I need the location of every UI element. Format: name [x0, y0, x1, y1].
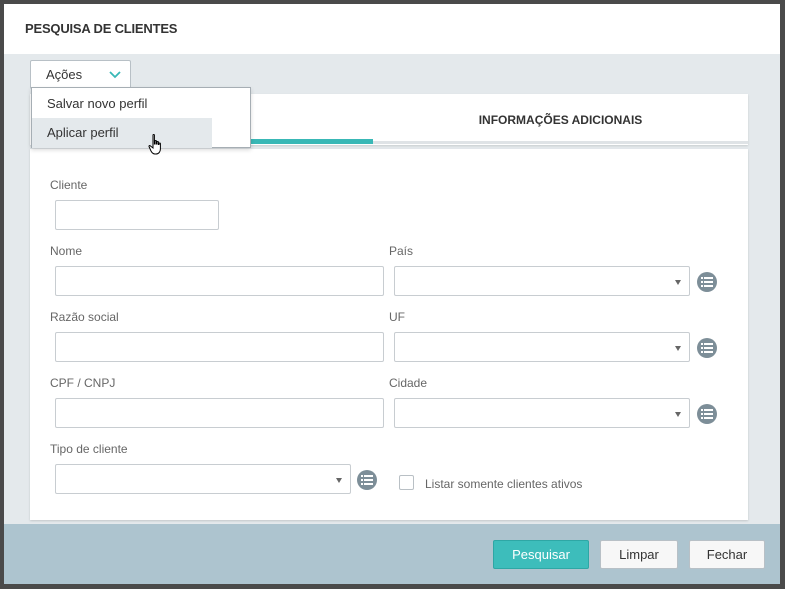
cpf-cnpj-label: CPF / CNPJ [50, 376, 116, 390]
search-button[interactable]: Pesquisar [493, 540, 589, 569]
uf-label: UF [389, 310, 405, 324]
menu-item-aplicar-perfil[interactable]: Aplicar perfil [32, 118, 212, 148]
uf-select[interactable] [394, 332, 690, 362]
dialog-header: PESQUISA DE CLIENTES [4, 4, 780, 54]
actions-label: Ações [46, 67, 83, 82]
caret-down-icon [336, 478, 342, 483]
list-icon[interactable] [697, 404, 717, 424]
ativos-checkbox-label[interactable]: Listar somente clientes ativos [425, 477, 582, 491]
tab-active-indicator [250, 139, 373, 144]
tipo-cliente-label: Tipo de cliente [50, 442, 128, 456]
cliente-label: Cliente [50, 178, 88, 192]
nome-input[interactable] [55, 266, 384, 296]
tab-inactive-underline [373, 141, 748, 144]
list-icon[interactable] [357, 470, 377, 490]
list-icon[interactable] [697, 338, 717, 358]
chevron-down-icon [109, 71, 121, 79]
caret-down-icon [675, 346, 681, 351]
list-icon[interactable] [697, 272, 717, 292]
cliente-input[interactable] [55, 200, 219, 230]
search-dialog: PESQUISA DE CLIENTES Ações INFORMAÇÕES A… [4, 4, 780, 584]
cidade-select[interactable] [394, 398, 690, 428]
tab-informacoes-adicionais[interactable]: INFORMAÇÕES ADICIONAIS [373, 94, 748, 145]
cpf-cnpj-input[interactable] [55, 398, 384, 428]
caret-down-icon [675, 412, 681, 417]
actions-menu: Salvar novo perfil Aplicar perfil [31, 87, 251, 148]
menu-item-salvar-novo-perfil[interactable]: Salvar novo perfil [32, 89, 212, 119]
nome-label: Nome [50, 244, 83, 258]
hand-pointer-icon [148, 134, 161, 155]
pais-select[interactable] [394, 266, 690, 296]
caret-down-icon [675, 280, 681, 285]
razao-social-input[interactable] [55, 332, 384, 362]
razao-social-label: Razão social [50, 310, 119, 324]
dialog-footer: Pesquisar Limpar Fechar [4, 524, 780, 584]
search-form: Cliente Nome País Razão social UF CPF / … [30, 149, 748, 520]
cidade-label: Cidade [389, 376, 428, 390]
actions-button[interactable]: Ações [30, 60, 131, 89]
ativos-checkbox[interactable] [399, 475, 414, 490]
tipo-cliente-select[interactable] [55, 464, 351, 494]
dialog-title: PESQUISA DE CLIENTES [25, 21, 178, 36]
close-button[interactable]: Fechar [689, 540, 765, 569]
pais-label: País [389, 244, 414, 258]
clear-button[interactable]: Limpar [600, 540, 678, 569]
